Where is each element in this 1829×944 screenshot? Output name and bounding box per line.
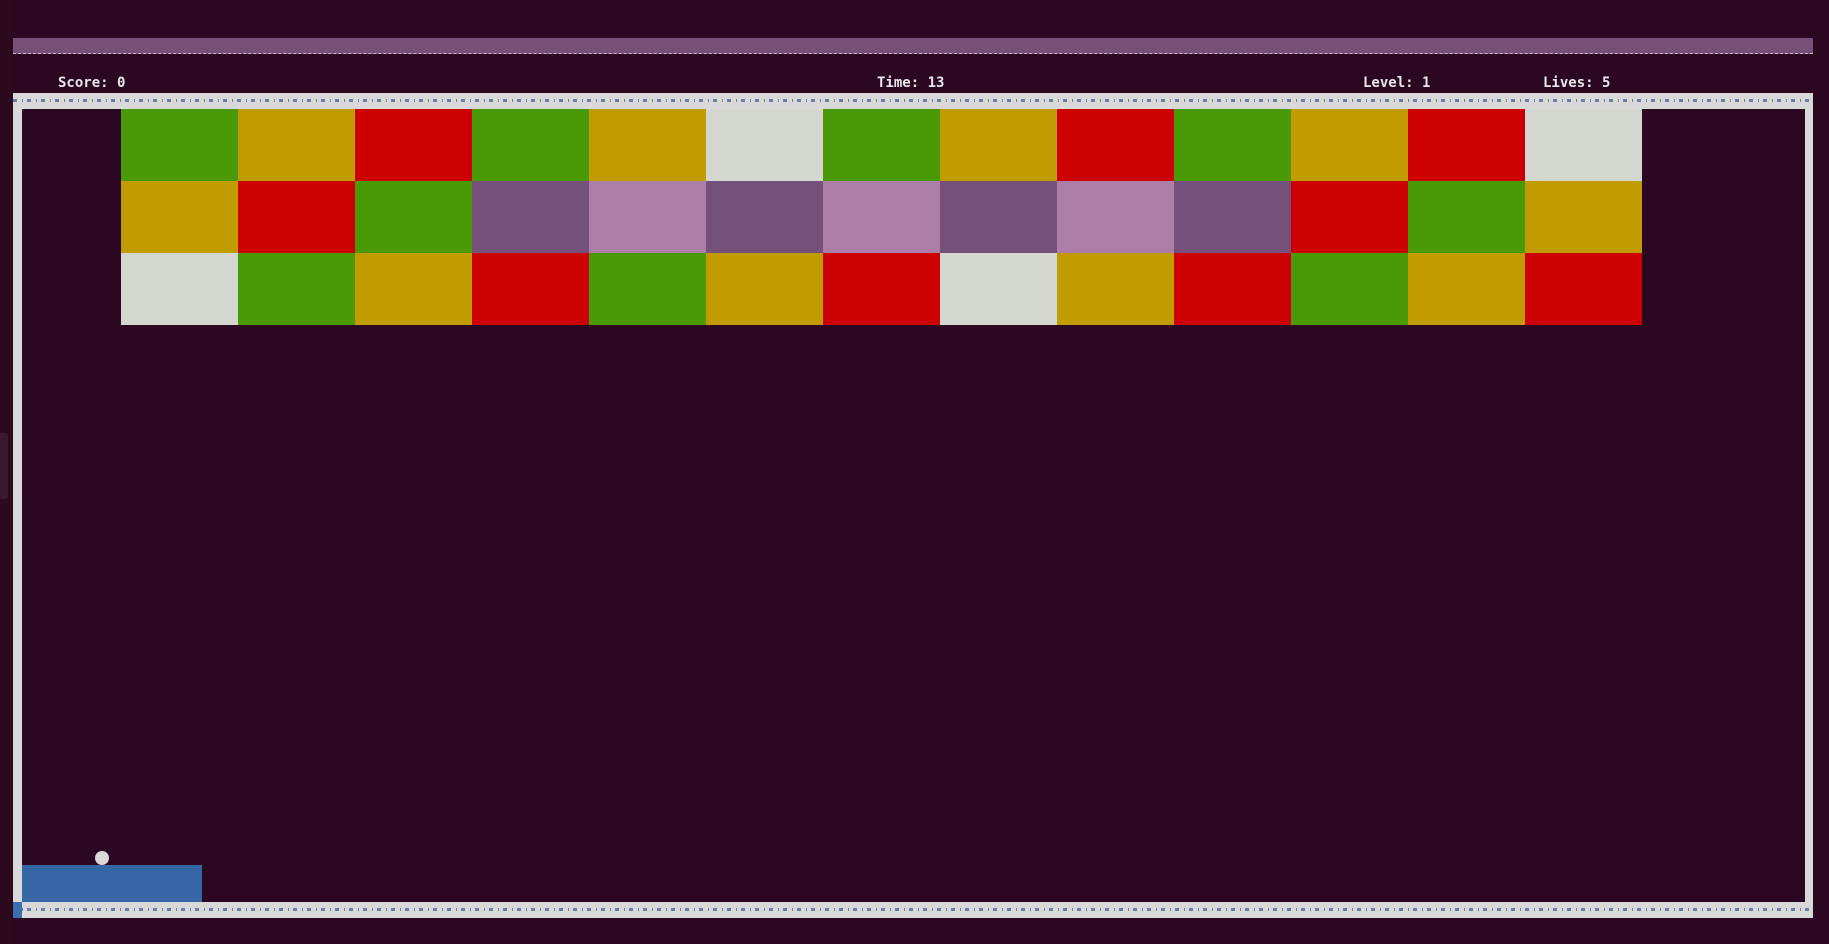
brick-yellow	[1525, 181, 1642, 253]
score-display: Score: 0	[58, 75, 125, 91]
brick-purple	[706, 181, 823, 253]
lives-display: Lives: 5	[1543, 75, 1610, 91]
top-wall-pattern	[13, 99, 1813, 102]
title-bar-divider	[13, 53, 1813, 54]
cursor-marker	[13, 902, 22, 918]
time-value: 13	[927, 75, 945, 91]
brick-yellow	[1408, 253, 1525, 325]
playfield-right-wall	[1805, 109, 1813, 902]
time-label: Time:	[877, 75, 928, 91]
playfield-top-wall	[13, 93, 1813, 109]
window-left-edge	[0, 0, 12, 944]
window-resize-handle[interactable]	[0, 433, 8, 499]
brick-yellow	[238, 109, 355, 181]
brick-yellow	[355, 253, 472, 325]
lives-value: 5	[1602, 75, 1611, 91]
brick-pink	[823, 181, 940, 253]
brick-red	[823, 253, 940, 325]
brick-white	[706, 109, 823, 181]
brick-yellow	[1291, 109, 1408, 181]
brick-pink	[589, 181, 706, 253]
level-value: 1	[1422, 75, 1431, 91]
playfield-bottom-wall	[13, 902, 1813, 918]
brick-green	[1174, 109, 1291, 181]
lives-label: Lives:	[1543, 75, 1603, 91]
brick-grid	[121, 109, 1642, 325]
brick-white	[1525, 109, 1642, 181]
brick-green	[1408, 181, 1525, 253]
ball	[95, 851, 109, 865]
brick-red	[238, 181, 355, 253]
brick-pink	[1057, 181, 1174, 253]
brick-white	[121, 253, 238, 325]
brick-green	[355, 181, 472, 253]
brick-purple	[1174, 181, 1291, 253]
brick-yellow	[706, 253, 823, 325]
brick-green	[589, 253, 706, 325]
brick-red	[1408, 109, 1525, 181]
title-bar	[13, 38, 1813, 54]
level-label: Level:	[1363, 75, 1423, 91]
brick-red	[1057, 109, 1174, 181]
brick-green	[1291, 253, 1408, 325]
brick-red	[1291, 181, 1408, 253]
score-label: Score:	[58, 75, 118, 91]
brick-white	[940, 253, 1057, 325]
playfield-left-wall	[13, 109, 22, 902]
bottom-wall-pattern	[13, 908, 1813, 911]
level-display: Level: 1	[1363, 75, 1430, 91]
score-value: 0	[117, 75, 126, 91]
brick-yellow	[121, 181, 238, 253]
brick-green	[238, 253, 355, 325]
brick-purple	[472, 181, 589, 253]
paddle[interactable]	[22, 865, 202, 902]
time-display: Time: 13	[877, 75, 944, 91]
brick-red	[355, 109, 472, 181]
brick-red	[472, 253, 589, 325]
brick-yellow	[1057, 253, 1174, 325]
brick-red	[1174, 253, 1291, 325]
brick-green	[121, 109, 238, 181]
brick-green	[823, 109, 940, 181]
brick-yellow	[940, 109, 1057, 181]
brick-green	[472, 109, 589, 181]
brick-purple	[940, 181, 1057, 253]
brick-yellow	[589, 109, 706, 181]
brick-red	[1525, 253, 1642, 325]
